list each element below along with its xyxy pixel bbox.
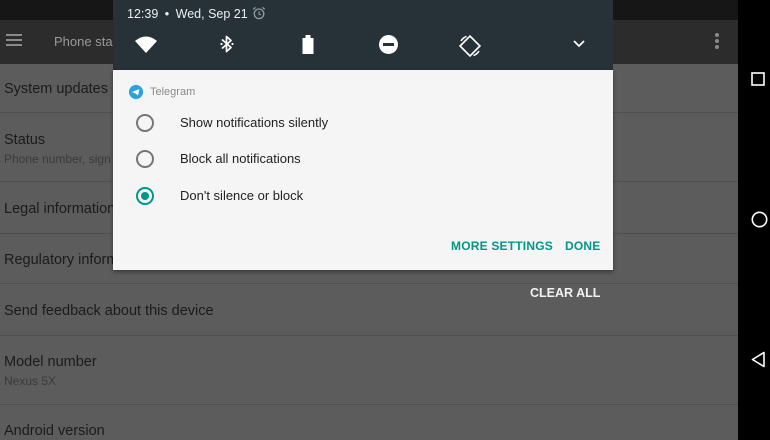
app-name: Telegram [150,86,196,98]
more-settings-button[interactable]: MORE SETTINGS [451,239,553,253]
back-icon[interactable] [751,351,766,368]
setting-item-title: Status [4,132,46,148]
setting-item-model-number[interactable]: Model number Nexus 5X [0,336,738,405]
setting-item-android-version[interactable]: Android version [0,405,738,440]
setting-item-subtitle: Phone number, sign [4,152,111,166]
more-options-icon[interactable] [715,33,719,49]
setting-item-send-feedback[interactable]: Send feedback about this device [0,284,738,336]
time-text: 12:39 [127,7,159,21]
separator-text: • [164,7,170,21]
option-dont-silence-or-block[interactable]: Don't silence or block [135,183,595,209]
battery-icon[interactable] [301,34,315,56]
clear-all-button[interactable]: CLEAR ALL [530,286,600,300]
navigation-bar [738,0,770,440]
radio-button[interactable] [136,150,154,168]
setting-item-title: Legal information [4,201,116,217]
setting-item-subtitle: Nexus 5X [4,374,57,388]
done-button[interactable]: DONE [565,239,600,253]
setting-item-title: System updates [4,81,108,97]
setting-item-title: Android version [4,423,105,439]
shade-clock: 12:39 • Wed, Sep 21 [127,7,248,21]
setting-item-title: Send feedback about this device [4,303,214,319]
option-label: Don't silence or block [180,188,304,203]
radio-button[interactable] [136,114,154,132]
option-label: Show notifications silently [180,115,329,130]
alarm-icon [252,6,266,20]
toolbar-title: Phone sta [54,34,113,49]
option-label: Block all notifications [180,151,301,166]
expand-icon[interactable] [573,40,585,48]
date-text: Wed, Sep 21 [175,7,248,21]
home-icon[interactable] [751,211,768,228]
setting-item-title: Model number [4,354,97,370]
bluetooth-icon[interactable] [219,34,235,54]
telegram-icon [129,85,143,99]
setting-item-title: Regulatory inform [4,252,119,268]
notification-shade: 12:39 • Wed, Sep 21 [113,0,613,70]
recents-icon[interactable] [751,72,765,86]
auto-rotate-icon[interactable] [458,34,482,58]
wifi-icon[interactable] [134,34,158,54]
radio-button-selected[interactable] [136,187,154,205]
menu-icon[interactable] [6,34,22,46]
option-block-all[interactable]: Block all notifications [135,146,595,172]
do-not-disturb-icon[interactable] [378,34,399,55]
notification-card: Telegram Show notifications silently Blo… [113,70,613,270]
option-show-silently[interactable]: Show notifications silently [135,110,595,136]
